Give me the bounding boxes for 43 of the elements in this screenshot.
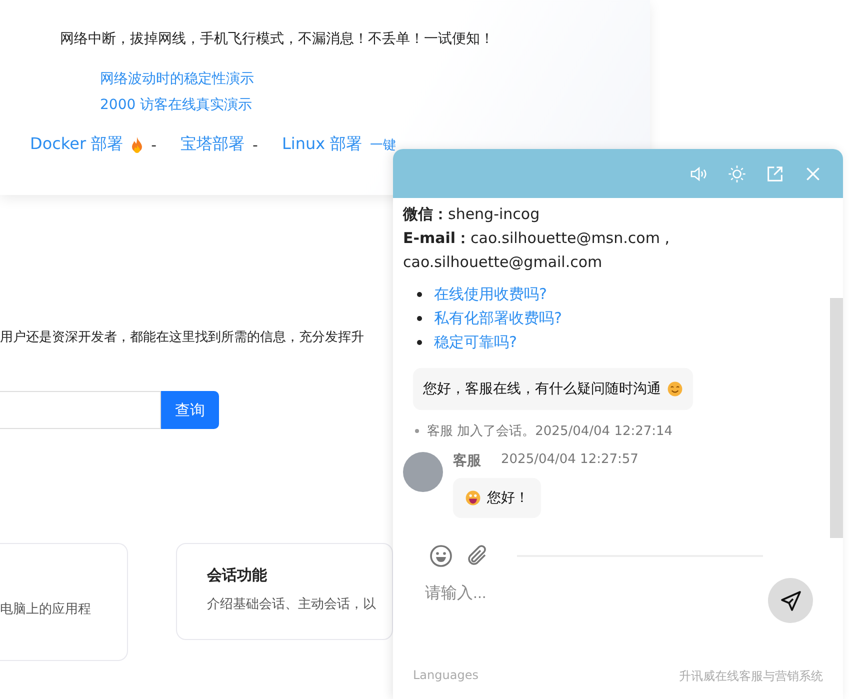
separator-text: - (151, 136, 157, 154)
sender-name: 客服 (453, 452, 481, 470)
bullet-dot (417, 340, 422, 346)
card-description: 介绍基础会话、主动会话，以 (207, 596, 377, 613)
card-title: 会话功能 (207, 566, 268, 585)
deploy-link[interactable]: 宝塔部署 (180, 134, 245, 155)
smiling-emoji-icon (667, 381, 683, 397)
deploy-link[interactable]: Linux 部署 (282, 134, 362, 155)
fire-icon (131, 136, 144, 152)
faq-link[interactable]: 私有化部署收费吗? (434, 309, 562, 327)
languages-link[interactable]: Languages (413, 668, 478, 685)
message-text: 您好！ (487, 489, 529, 507)
bullet-dot (415, 429, 419, 433)
intro-text: 用户还是资深开发者，都能在这里找到所需的信息，充分发挥升 (0, 329, 364, 346)
bullet-dot (417, 316, 422, 322)
card-description: 电脑上的应用程 (0, 601, 92, 618)
tagline: 网络中断，拔掉网线，手机飞行模式，不漏消息！不丢单！一试便知！ (60, 30, 495, 48)
system-message: 客服 加入了会话。2025/04/04 12:27:14 (427, 423, 673, 440)
contact-line: 微信：sheng-incog (403, 204, 541, 225)
demo-link[interactable]: 2000 访客在线真实演示 (100, 96, 650, 114)
external-link-icon[interactable] (765, 164, 785, 184)
deploy-link[interactable]: Docker 部署 (30, 134, 124, 155)
emoji-icon[interactable] (429, 544, 453, 568)
avatar (403, 452, 443, 492)
message-text: 您好，客服在线，有什么疑问随时沟通 (423, 380, 661, 398)
faq-link[interactable]: 稳定可靠吗? (434, 333, 517, 351)
paper-plane-icon (778, 588, 802, 612)
bullet-dot (417, 292, 422, 298)
send-button[interactable] (768, 578, 813, 623)
brand-text: 升讯威在线客服与营销系统 (679, 668, 823, 685)
faq-link[interactable]: 在线使用收费吗? (434, 285, 547, 303)
search-field[interactable] (0, 391, 161, 429)
paperclip-icon[interactable] (465, 544, 489, 568)
grinning-emoji-icon (465, 490, 481, 506)
contact-line: cao.silhouette@gmail.com (403, 252, 604, 273)
demo-link[interactable]: 网络波动时的稳定性演示 (100, 70, 650, 88)
scrollbar-thumb[interactable] (830, 298, 843, 538)
separator-text: - (252, 136, 258, 154)
search-button[interactable]: 查询 (161, 391, 219, 429)
contact-line: E-mail：cao.silhouette@msn.com , (403, 228, 670, 249)
deploy-note-link[interactable]: 一键 (370, 136, 396, 154)
sun-icon[interactable] (727, 164, 747, 184)
message-time: 2025/04/04 12:27:57 (501, 452, 638, 469)
